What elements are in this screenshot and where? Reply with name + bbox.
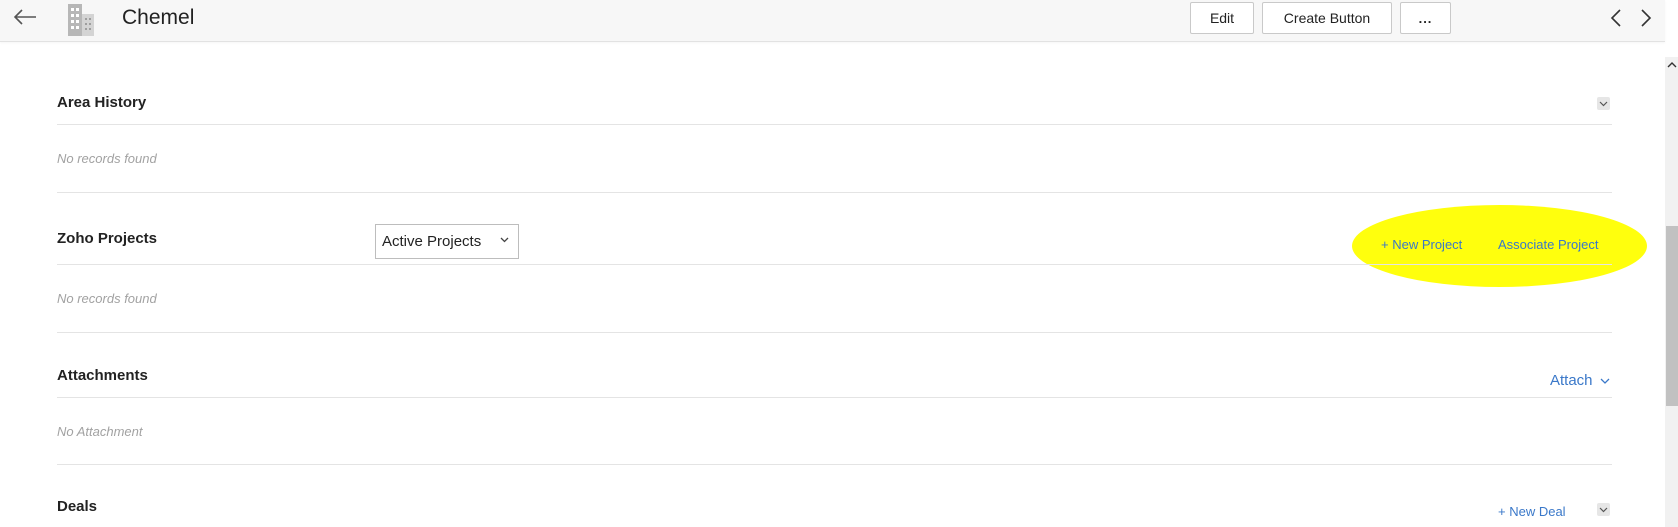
project-filter-value: Active Projects — [382, 233, 482, 250]
attach-label: Attach — [1550, 372, 1593, 389]
building-icon — [66, 2, 96, 38]
divider — [57, 124, 1612, 125]
back-arrow-icon[interactable] — [12, 5, 38, 29]
edit-button[interactable]: Edit — [1190, 2, 1254, 34]
area-history-collapse-icon[interactable] — [1597, 97, 1610, 110]
project-filter-select[interactable]: Active Projects — [375, 224, 519, 259]
area-history-title: Area History — [57, 94, 147, 111]
divider — [57, 397, 1612, 398]
chevron-down-icon — [500, 237, 509, 243]
divider — [57, 264, 1612, 265]
area-history-empty-text: No records found — [57, 151, 157, 166]
deals-collapse-icon[interactable] — [1597, 503, 1610, 516]
divider — [57, 464, 1612, 465]
scrollbar-thumb[interactable] — [1666, 226, 1678, 406]
divider — [57, 332, 1612, 333]
record-header: Chemel Edit Create Button ... — [0, 0, 1665, 42]
attach-link[interactable]: Attach — [1550, 372, 1610, 389]
associate-project-link[interactable]: Associate Project — [1498, 237, 1598, 252]
create-button[interactable]: Create Button — [1262, 2, 1392, 34]
more-label: ... — [1418, 10, 1433, 26]
record-title: Chemel — [122, 6, 195, 29]
divider — [57, 192, 1612, 193]
deals-title: Deals — [57, 498, 98, 515]
scroll-up-icon[interactable] — [1667, 60, 1677, 70]
zoho-projects-empty-text: No records found — [57, 291, 157, 306]
attachments-empty-text: No Attachment — [57, 424, 143, 439]
chevron-down-icon — [1600, 378, 1610, 384]
previous-record-icon[interactable] — [1606, 6, 1626, 30]
more-actions-button[interactable]: ... — [1400, 2, 1451, 34]
next-record-icon[interactable] — [1636, 6, 1656, 30]
new-project-link[interactable]: + New Project — [1381, 237, 1462, 252]
attachments-title: Attachments — [57, 367, 148, 384]
new-deal-link[interactable]: + New Deal — [1498, 504, 1566, 519]
zoho-projects-title: Zoho Projects — [57, 230, 158, 247]
